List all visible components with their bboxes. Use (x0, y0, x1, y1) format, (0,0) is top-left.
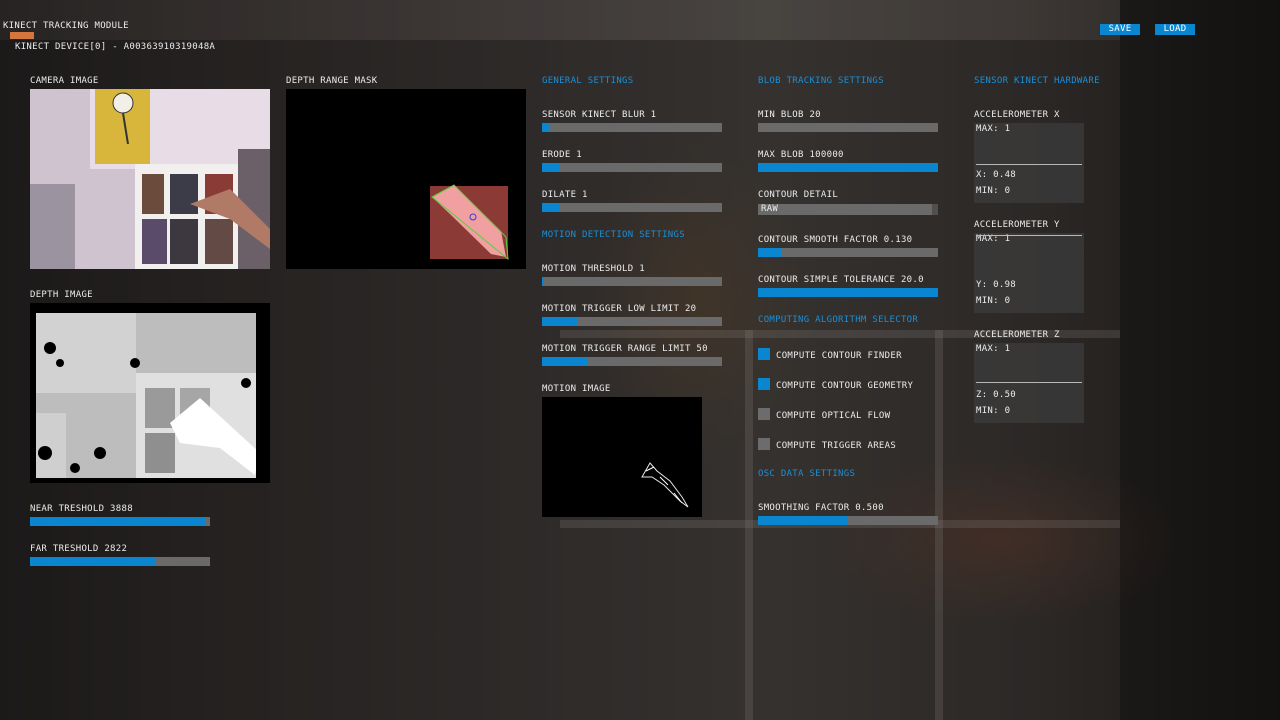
motion-range-slider[interactable] (542, 357, 722, 366)
contour-geometry-checkbox[interactable] (758, 378, 770, 390)
max-blob-slider[interactable] (758, 163, 938, 172)
contour-detail-value: RAW (761, 204, 779, 214)
motion-threshold-fill (542, 277, 544, 286)
camera-image-label: CAMERA IMAGE (30, 76, 99, 86)
algorithm-selector-header: COMPUTING ALGORITHM SELECTOR (758, 315, 919, 325)
accel-z-line (976, 382, 1082, 383)
min-blob-label: MIN BLOB 20 (758, 110, 821, 120)
accel-z-max: MAX: 1 (976, 344, 1011, 354)
smoothing-factor-slider[interactable] (758, 516, 938, 525)
app-title: KINECT TRACKING MODULE (3, 21, 129, 31)
erode-slider[interactable] (542, 163, 722, 172)
motion-threshold-slider[interactable] (542, 277, 722, 286)
near-threshold-slider[interactable] (30, 517, 210, 526)
depth-mask-label: DEPTH RANGE MASK (286, 76, 378, 86)
motion-low-slider[interactable] (542, 317, 722, 326)
sensor-hardware-header: SENSOR KINECT HARDWARE (974, 76, 1100, 86)
accel-z-label: ACCELEROMETER Z (974, 330, 1060, 340)
blur-fill (542, 123, 550, 132)
accel-y-label: ACCELEROMETER Y (974, 220, 1060, 230)
title-handle[interactable] (10, 32, 34, 39)
motion-low-label: MOTION TRIGGER LOW LIMIT 20 (542, 304, 697, 314)
contour-finder-checkbox[interactable] (758, 348, 770, 360)
accel-z-min: MIN: 0 (976, 406, 1011, 416)
contour-detail-label: CONTOUR DETAIL (758, 190, 839, 200)
depth-image (30, 303, 270, 483)
general-settings-header: GENERAL SETTINGS (542, 76, 634, 86)
motion-threshold-label: MOTION THRESHOLD 1 (542, 264, 645, 274)
accel-z-graph: MAX: 1 Z: 0.50 MIN: 0 (974, 343, 1084, 423)
min-blob-slider[interactable] (758, 123, 938, 132)
smoothing-factor-label: SMOOTHING FACTOR 0.500 (758, 503, 884, 513)
accel-x-graph: MAX: 1 X: 0.48 MIN: 0 (974, 123, 1084, 203)
blur-slider[interactable] (542, 123, 722, 132)
accel-z-value: Z: 0.50 (976, 390, 1017, 400)
contour-simple-slider[interactable] (758, 288, 938, 297)
accel-y-min: MIN: 0 (976, 296, 1011, 306)
osc-settings-header: OSC DATA SETTINGS (758, 469, 856, 479)
accel-x-line (976, 164, 1082, 165)
motion-range-label: MOTION TRIGGER RANGE LIMIT 50 (542, 344, 708, 354)
dilate-fill (542, 203, 560, 212)
near-threshold-fill (30, 517, 207, 526)
motion-range-fill (542, 357, 587, 366)
contour-geometry-label: COMPUTE CONTOUR GEOMETRY (776, 381, 914, 391)
contour-smooth-fill (758, 248, 782, 257)
depth-range-mask (286, 89, 526, 269)
contour-simple-label: CONTOUR SIMPLE TOLERANCE 20.0 (758, 275, 924, 285)
camera-image (30, 89, 270, 269)
blur-label: SENSOR KINECT BLUR 1 (542, 110, 657, 120)
smoothing-factor-fill (758, 516, 848, 525)
near-threshold-label: NEAR TRESHOLD 3888 (30, 504, 133, 514)
right-overlay (1120, 0, 1280, 720)
contour-finder-label: COMPUTE CONTOUR FINDER (776, 351, 902, 361)
device-name: KINECT DEVICE[0] - A00363910319048A (15, 42, 216, 52)
depth-image-graphic (36, 313, 270, 483)
far-threshold-slider[interactable] (30, 557, 210, 566)
contour-smooth-slider[interactable] (758, 248, 938, 257)
far-threshold-fill (30, 557, 156, 566)
camera-image-graphic (30, 89, 270, 269)
accel-y-value: Y: 0.98 (976, 280, 1017, 290)
dilate-slider[interactable] (542, 203, 722, 212)
accel-y-line (976, 235, 1082, 236)
optical-flow-checkbox[interactable] (758, 408, 770, 420)
dropdown-arrow-icon (932, 204, 938, 215)
erode-label: ERODE 1 (542, 150, 583, 160)
accel-y-graph: MAX: 1 Y: 0.98 MIN: 0 (974, 233, 1084, 313)
load-button[interactable]: LOAD (1155, 24, 1195, 35)
motion-image (542, 397, 702, 517)
dilate-label: DILATE 1 (542, 190, 588, 200)
motion-settings-header: MOTION DETECTION SETTINGS (542, 230, 685, 240)
trigger-areas-checkbox[interactable] (758, 438, 770, 450)
trigger-areas-label: COMPUTE TRIGGER AREAS (776, 441, 897, 451)
save-button[interactable]: SAVE (1100, 24, 1140, 35)
contour-simple-fill (758, 288, 938, 297)
accel-x-value: X: 0.48 (976, 170, 1017, 180)
motion-image-graphic (641, 462, 689, 508)
blob-settings-header: BLOB TRACKING SETTINGS (758, 76, 884, 86)
max-blob-label: MAX BLOB 100000 (758, 150, 844, 160)
depth-mask-graphic (430, 184, 509, 261)
far-threshold-label: FAR TRESHOLD 2822 (30, 544, 128, 554)
max-blob-fill (758, 163, 938, 172)
contour-detail-dropdown[interactable]: RAW (758, 204, 938, 215)
motion-image-label: MOTION IMAGE (542, 384, 611, 394)
optical-flow-label: COMPUTE OPTICAL FLOW (776, 411, 891, 421)
depth-image-label: DEPTH IMAGE (30, 290, 93, 300)
accel-x-min: MIN: 0 (976, 186, 1011, 196)
accel-x-max: MAX: 1 (976, 124, 1011, 134)
top-bar (0, 0, 1120, 40)
contour-smooth-label: CONTOUR SMOOTH FACTOR 0.130 (758, 235, 913, 245)
accel-x-label: ACCELEROMETER X (974, 110, 1060, 120)
erode-fill (542, 163, 560, 172)
motion-low-fill (542, 317, 578, 326)
